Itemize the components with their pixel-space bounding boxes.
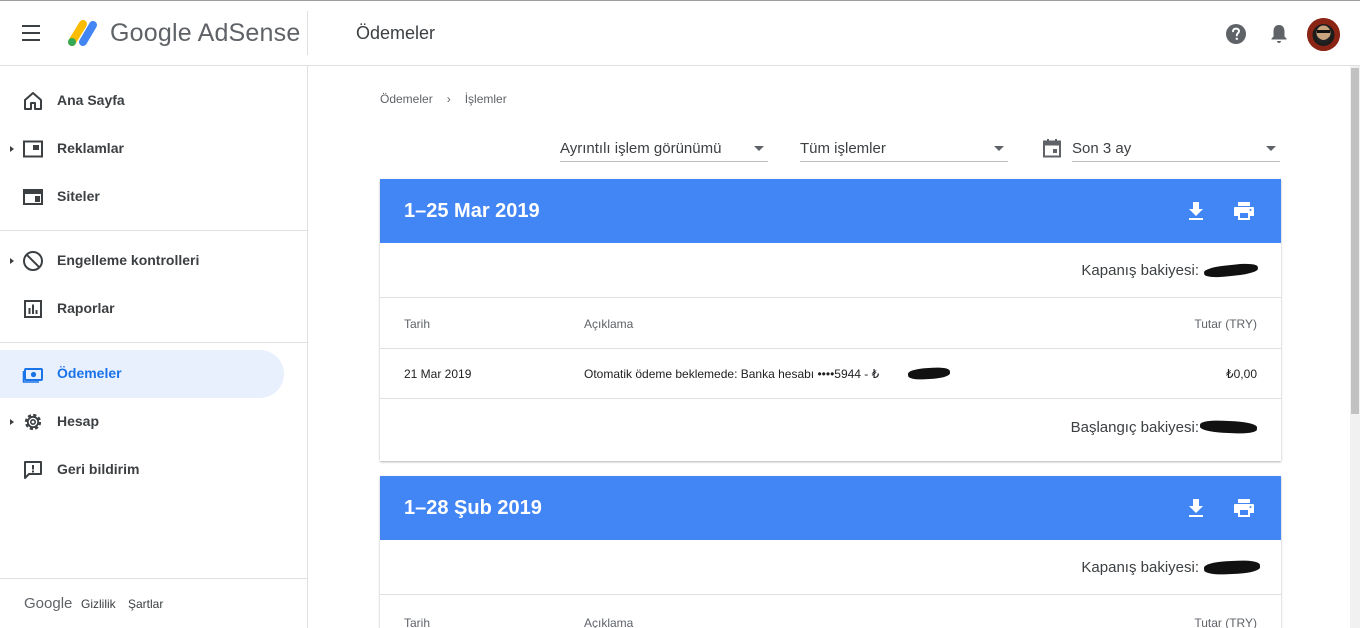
ads-icon [23,140,43,158]
breadcrumb-current: İşlemler [464,92,507,106]
brand-name: Google AdSense [110,19,301,47]
sidebar-item-label: Engelleme kontrolleri [57,252,200,268]
settings-gear-icon [24,413,42,431]
column-header-amount: Tutar (TRY) [1194,317,1257,331]
google-footer-logo: Google [24,595,73,612]
user-avatar[interactable] [1307,18,1340,51]
column-header-date: Tarih [404,317,431,331]
starting-balance-label: Başlangıç bakiyesi: [1070,419,1199,436]
statement-card: 1–28 Şub 2019 Kapanış bakiyesi: Tarih Aç… [380,476,1281,628]
breadcrumb-payments-link[interactable]: Ödemeler [380,92,433,106]
closing-balance-row: Kapanış bakiyesi: [380,243,1281,298]
download-icon[interactable] [1187,201,1205,221]
sidebar-item-reports[interactable]: Raporlar [0,285,284,333]
sidebar-item-sites[interactable]: Siteler [0,173,284,221]
calendar-icon [1043,139,1061,158]
statement-header: 1–25 Mar 2019 [380,179,1281,243]
page-scrollbar[interactable] [1350,66,1360,628]
redacted-amount [1199,419,1258,435]
redacted-amount [907,366,951,381]
header-divider [307,11,308,55]
sidebar-divider [0,342,307,343]
sidebar-item-feedback[interactable]: Geri bildirim [0,446,284,494]
feedback-icon [24,461,42,479]
hamburger-menu-icon[interactable] [22,25,44,43]
redacted-amount [1203,559,1261,576]
reports-icon [24,300,42,318]
scrollbar-thumb[interactable] [1351,68,1359,414]
sidebar-item-label: Hesap [57,413,100,429]
expand-arrow-icon [10,146,14,152]
closing-balance-label: Kapanış bakiyesi: [1081,559,1199,576]
top-app-bar: Google AdSense Ödemeler [0,0,1360,66]
sidebar-item-label: Raporlar [57,300,115,316]
statement-header: 1–28 Şub 2019 [380,476,1281,540]
sidebar-divider [0,230,307,231]
download-icon[interactable] [1187,498,1205,518]
column-header-description: Açıklama [584,317,634,331]
sidebar-item-label: Geri bildirim [57,461,140,477]
table-row: 21 Mar 2019 Otomatik ödeme beklemede: Ba… [380,349,1281,399]
expand-arrow-icon [10,419,14,425]
page-title: Ödemeler [356,23,436,43]
notifications-bell-icon[interactable] [1269,23,1289,45]
table-header-row: Tarih Açıklama Tutar (TRY) [380,595,1281,628]
sidebar-item-payments[interactable]: Ödemeler [0,350,284,398]
print-icon[interactable] [1233,201,1255,221]
dropdown-arrow-icon [1266,146,1276,151]
column-header-date: Tarih [404,616,431,628]
sidebar-item-label: Siteler [57,188,100,204]
sidebar-item-blocking-controls[interactable]: Engelleme kontrolleri [0,237,284,285]
closing-balance-label: Kapanış bakiyesi: [1081,262,1199,279]
sidebar-item-label: Reklamlar [57,140,124,156]
column-header-amount: Tutar (TRY) [1194,616,1257,628]
sidebar-item-home[interactable]: Ana Sayfa [0,77,284,125]
view-mode-value: Ayrıntılı işlem görünümü [560,140,722,157]
sidebar-item-ads[interactable]: Reklamlar [0,125,284,173]
transaction-type-value: Tüm işlemler [800,140,886,157]
redacted-amount [1203,262,1259,279]
home-icon [24,92,42,110]
avatar-photo-icon [1307,18,1340,51]
starting-balance-row: Başlangıç bakiyesi: [380,399,1281,461]
breadcrumb: Ödemeler › İşlemler [380,92,507,106]
sidebar-item-label: Ödemeler [57,365,122,381]
expand-arrow-icon [10,258,14,264]
dropdown-arrow-icon [754,146,764,151]
transaction-date: 21 Mar 2019 [404,367,472,381]
transaction-description: Otomatik ödeme beklemede: Banka hesabı •… [584,367,880,381]
table-header-row: Tarih Açıklama Tutar (TRY) [380,298,1281,349]
help-icon[interactable] [1225,23,1247,45]
statement-period: 1–25 Mar 2019 [404,200,540,222]
closing-balance-row: Kapanış bakiyesi: [380,540,1281,595]
terms-link[interactable]: Şartlar [128,597,163,611]
privacy-link[interactable]: Gizlilik [81,597,116,611]
statement-period: 1–28 Şub 2019 [404,497,542,519]
payments-icon [22,368,43,383]
dropdown-arrow-icon [994,146,1004,151]
block-icon [23,251,43,271]
sidebar-item-account[interactable]: Hesap [0,398,284,446]
transaction-type-select[interactable]: Tüm işlemler [800,134,1008,162]
print-icon[interactable] [1233,498,1255,518]
sidebar-nav: Ana Sayfa Reklamlar Siteler Engelleme ko… [0,66,308,628]
adsense-logo-icon [68,20,97,46]
breadcrumb-chevron-icon: › [446,92,451,106]
transaction-amount: ₺0,00 [1226,367,1257,381]
view-mode-select[interactable]: Ayrıntılı işlem görünümü [560,134,768,162]
sites-icon [23,189,43,205]
statement-card: 1–25 Mar 2019 Kapanış bakiyesi: Tarih Aç… [380,179,1281,461]
date-range-select[interactable]: Son 3 ay [1072,134,1280,162]
sidebar-item-label: Ana Sayfa [57,92,125,108]
sidebar-footer: Google Gizlilik Şartlar [0,578,307,628]
column-header-description: Açıklama [584,616,634,628]
date-range-value: Son 3 ay [1072,140,1132,157]
